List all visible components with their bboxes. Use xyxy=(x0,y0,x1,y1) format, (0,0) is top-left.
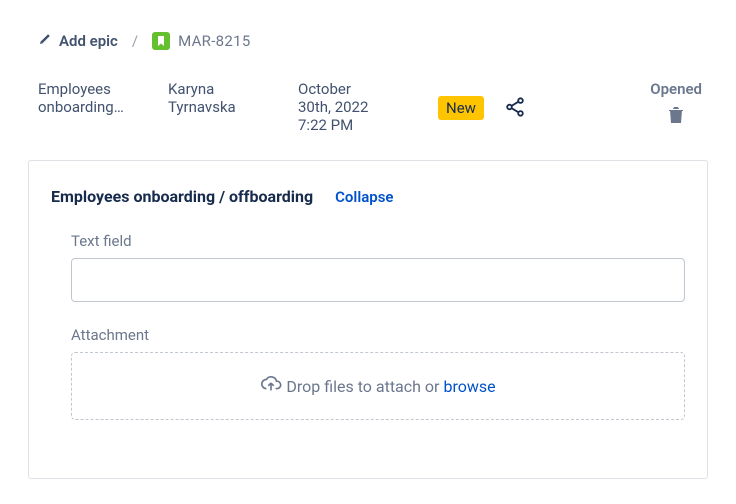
assignee[interactable]: Karyna Tyrnavska xyxy=(168,80,288,116)
cloud-upload-icon xyxy=(260,374,282,398)
date-line2: 30th, 2022 xyxy=(298,98,428,116)
breadcrumb: Add epic / MAR-8215 xyxy=(38,32,708,50)
collapse-button[interactable]: Collapse xyxy=(335,188,393,206)
date-line1: October xyxy=(298,80,428,98)
issue-title[interactable]: Employees onboarding xyxy=(38,80,158,116)
assignee-last: Tyrnavska xyxy=(168,98,288,116)
attachment-group: Attachment Drop files to attach or brows… xyxy=(71,326,685,420)
issue-title-line2: onboarding xyxy=(38,98,158,116)
meta-row: Employees onboarding Karyna Tyrnavska Oc… xyxy=(28,80,708,160)
form-panel: Employees onboarding / offboarding Colla… xyxy=(28,160,708,479)
trash-icon xyxy=(668,106,684,124)
share-icon xyxy=(504,96,526,118)
text-field-input[interactable] xyxy=(71,258,685,302)
panel-header: Employees onboarding / offboarding Colla… xyxy=(51,187,685,206)
text-field-group: Text field xyxy=(71,232,685,302)
dropzone-text: Drop files to attach or xyxy=(286,377,439,396)
date-line3: 7:22 PM xyxy=(298,116,428,134)
breadcrumb-separator: / xyxy=(132,32,138,50)
status-badge[interactable]: New xyxy=(438,96,484,120)
status-label: Opened xyxy=(650,80,702,98)
issue-key-text: MAR-8215 xyxy=(178,32,251,50)
panel-title: Employees onboarding / offboarding xyxy=(51,187,313,206)
next-group-cutoff xyxy=(71,444,685,454)
attachment-label: Attachment xyxy=(71,326,685,344)
attachment-dropzone[interactable]: Drop files to attach or browse xyxy=(71,352,685,420)
pencil-icon xyxy=(38,32,52,50)
assignee-first: Karyna xyxy=(168,80,288,98)
status-column: Opened xyxy=(650,80,702,128)
share-button[interactable] xyxy=(504,96,526,122)
issue-key-link[interactable]: MAR-8215 xyxy=(152,32,251,50)
browse-link[interactable]: browse xyxy=(443,377,495,396)
created-date: October 30th, 2022 7:22 PM xyxy=(298,80,428,134)
bookmark-icon xyxy=(152,32,170,50)
add-epic-button[interactable]: Add epic xyxy=(38,32,118,50)
add-epic-label: Add epic xyxy=(59,32,118,50)
issue-title-line1: Employees xyxy=(38,80,158,98)
text-field-label: Text field xyxy=(71,232,685,250)
delete-button[interactable] xyxy=(668,106,684,128)
